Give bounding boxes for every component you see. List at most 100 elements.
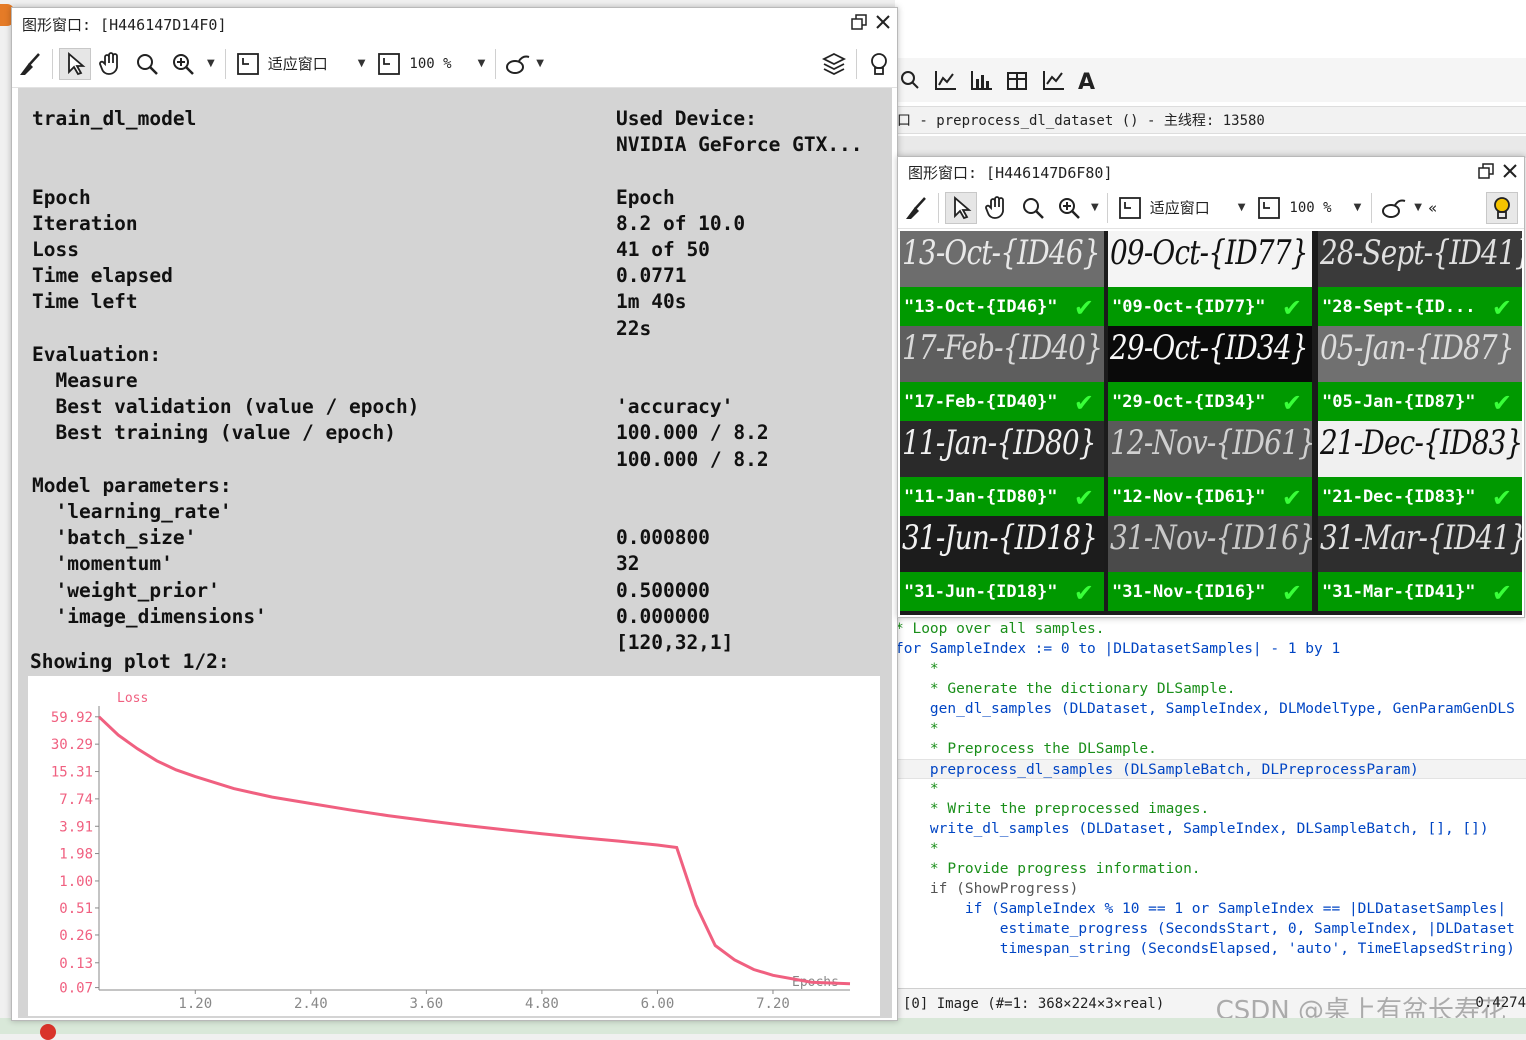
- handwritten-text: 17-Feb-{ID40}: [902, 328, 1103, 368]
- check-icon: ✔: [1491, 389, 1512, 417]
- training-info-labels: train_dl_model Epoch Iteration Loss Time…: [32, 107, 420, 628]
- sample-cell: 05-Jan-{ID87} "05-Jan-{ID87}" ✔: [1318, 326, 1522, 421]
- chart-icon[interactable]: [933, 67, 959, 93]
- chevron-down-icon[interactable]: ▼: [207, 58, 215, 69]
- restore-icon[interactable]: [851, 14, 867, 34]
- zoom-percent-label[interactable]: 100 %: [409, 56, 451, 72]
- close-icon[interactable]: [875, 14, 891, 34]
- y-tick-label: 3.91: [59, 819, 93, 835]
- zoom-icon[interactable]: [897, 67, 923, 93]
- sample-image: 28-Sept-{ID41}: [1318, 231, 1522, 287]
- breadcrumb: 口 - preprocess_dl_dataset () - 主线程: 1358…: [895, 106, 1526, 134]
- sample-cell: 31-Mar-{ID41} "31-Mar-{ID41}" ✔: [1318, 516, 1522, 611]
- zoom-box-icon[interactable]: [1253, 192, 1285, 224]
- pointer-icon[interactable]: [59, 47, 91, 80]
- histogram-icon[interactable]: [969, 67, 995, 93]
- magnifier-icon[interactable]: [1017, 192, 1049, 224]
- sample-image: 05-Jan-{ID87}: [1318, 326, 1522, 382]
- sample-cell: 28-Sept-{ID41} "28-Sept-{ID... ✔: [1318, 231, 1522, 326]
- sample-image: 12-Nov-{ID61}: [1108, 421, 1312, 477]
- code-line[interactable]: estimate_progress (SecondsStart, 0, Samp…: [895, 919, 1526, 939]
- code-line[interactable]: if (ShowProgress): [895, 879, 1526, 899]
- fit-window-label[interactable]: 适应窗口: [268, 53, 328, 74]
- lightbulb-icon[interactable]: [1486, 191, 1518, 224]
- layers-icon[interactable]: [818, 48, 850, 80]
- code-line[interactable]: *: [895, 719, 1526, 739]
- text-icon[interactable]: A: [1077, 67, 1103, 93]
- y-tick-label: 1.98: [59, 847, 93, 863]
- y-tick-label: 7.74: [59, 792, 93, 808]
- hand-pan-icon[interactable]: [95, 48, 127, 80]
- loss-chart: LossEpochs59.9230.2915.317.743.911.981.0…: [51, 691, 851, 1012]
- clear-broom-icon[interactable]: [900, 192, 932, 224]
- chevron-down-icon[interactable]: ▼: [1414, 202, 1422, 213]
- handwritten-text: 31-Jun-{ID18}: [902, 518, 1098, 558]
- handwritten-text: 05-Jan-{ID87}: [1320, 328, 1515, 368]
- code-line[interactable]: * Loop over all samples.: [895, 619, 1526, 639]
- line-chart-icon[interactable]: [1041, 67, 1067, 93]
- code-line[interactable]: if (SampleIndex % 10 == 1 or SampleIndex…: [895, 899, 1526, 919]
- chevron-down-icon[interactable]: ▼: [1238, 202, 1246, 213]
- chevron-down-icon[interactable]: ▼: [358, 58, 366, 69]
- code-line[interactable]: *: [895, 659, 1526, 679]
- sample-image: 31-Nov-{ID16}: [1108, 516, 1312, 572]
- handwritten-text: 28-Sept-{ID41}: [1320, 233, 1522, 273]
- chevron-down-icon[interactable]: ▼: [536, 58, 544, 69]
- restore-icon[interactable]: [1478, 163, 1494, 183]
- hand-pan-icon[interactable]: [981, 192, 1013, 224]
- sample-cell: 09-Oct-{ID77} "09-Oct-{ID77}" ✔: [1108, 231, 1312, 326]
- zoom-in-icon[interactable]: [1053, 192, 1085, 224]
- fit-window-icon[interactable]: [232, 48, 264, 80]
- pointer-icon[interactable]: [945, 191, 977, 224]
- status-text: [0] Image (#=1: 368×224×3×real): [903, 995, 1165, 1012]
- overflow-chevron-icon[interactable]: «: [1428, 199, 1437, 217]
- code-line[interactable]: * Provide progress information.: [895, 859, 1526, 879]
- check-icon: ✔: [1491, 484, 1512, 512]
- chevron-down-icon[interactable]: ▼: [1354, 202, 1362, 213]
- code-line[interactable]: write_dl_samples (DLDataset, SampleIndex…: [895, 819, 1526, 839]
- clear-broom-icon[interactable]: [14, 48, 46, 80]
- draw-shape-icon[interactable]: [1378, 192, 1410, 224]
- graphics-window-samples: 图形窗口: [H446147D6F80] ▼ 适应窗口 ▼ 100 % ▼ ▼ …: [897, 156, 1525, 618]
- lightbulb-icon[interactable]: [863, 48, 895, 80]
- zoom-percent-label[interactable]: 100 %: [1289, 200, 1331, 216]
- code-line[interactable]: *: [895, 839, 1526, 859]
- handwritten-text: 09-Oct-{ID77}: [1110, 233, 1308, 273]
- code-line[interactable]: preprocess_dl_samples (DLSampleBatch, DL…: [895, 759, 1526, 779]
- sample-image: 11-Jan-{ID80}: [900, 421, 1104, 477]
- code-line[interactable]: gen_dl_samples (DLDataset, SampleIndex, …: [895, 699, 1526, 719]
- fit-window-label[interactable]: 适应窗口: [1150, 197, 1210, 218]
- code-editor[interactable]: * Loop over all samples. for SampleIndex …: [895, 618, 1526, 986]
- loss-plot: Loss Epochs 59.92 30.29 15.31 7.74 3.91 1.98 1.0…: [28, 676, 880, 1016]
- code-line[interactable]: * Generate the dictionary DLSample.: [895, 679, 1526, 699]
- handwritten-text: 21-Dec-{ID83}: [1320, 423, 1522, 463]
- code-line[interactable]: * Write the preprocessed images.: [895, 799, 1526, 819]
- y-tick-label: 0.13: [59, 956, 93, 972]
- sample-cell: 11-Jan-{ID80} "11-Jan-{ID80}" ✔: [900, 421, 1104, 516]
- graphics-canvas[interactable]: train_dl_model Epoch Iteration Loss Time…: [18, 88, 892, 1018]
- zoom-in-icon[interactable]: [167, 48, 199, 80]
- window-title: 图形窗口: [H446147D14F0]: [22, 15, 227, 34]
- magnifier-icon[interactable]: [131, 48, 163, 80]
- code-line[interactable]: timespan_string (SecondsElapsed, 'auto',…: [895, 939, 1526, 959]
- x-tick-label: 2.40: [294, 996, 328, 1012]
- y-tick-label: 15.31: [51, 765, 93, 781]
- handwritten-text: 31-Nov-{ID16}: [1110, 518, 1312, 558]
- check-icon: ✔: [1073, 389, 1094, 417]
- y-tick-label: 0.07: [59, 981, 93, 997]
- graphics-window-training: 图形窗口: [H446147D14F0] ▼ 适应窗口 ▼ 100 % ▼ ▼ …: [11, 7, 898, 1021]
- code-line[interactable]: * Preprocess the DLSample.: [895, 739, 1526, 759]
- chevron-down-icon[interactable]: ▼: [1091, 202, 1099, 213]
- window-titlebar: 图形窗口: [H446147D6F80]: [898, 157, 1524, 187]
- chevron-down-icon[interactable]: ▼: [478, 58, 486, 69]
- code-line[interactable]: *: [895, 779, 1526, 799]
- code-line[interactable]: for SampleIndex := 0 to |DLDatasetSample…: [895, 639, 1526, 659]
- x-tick-label: 4.80: [525, 996, 559, 1012]
- fit-window-icon[interactable]: [1114, 192, 1146, 224]
- handwritten-text: 31-Mar-{ID41}: [1320, 518, 1522, 558]
- table-icon[interactable]: [1005, 67, 1031, 93]
- close-icon[interactable]: [1502, 163, 1518, 183]
- zoom-box-icon[interactable]: [373, 48, 405, 80]
- sample-image: 31-Jun-{ID18}: [900, 516, 1104, 572]
- draw-shape-icon[interactable]: [502, 48, 534, 80]
